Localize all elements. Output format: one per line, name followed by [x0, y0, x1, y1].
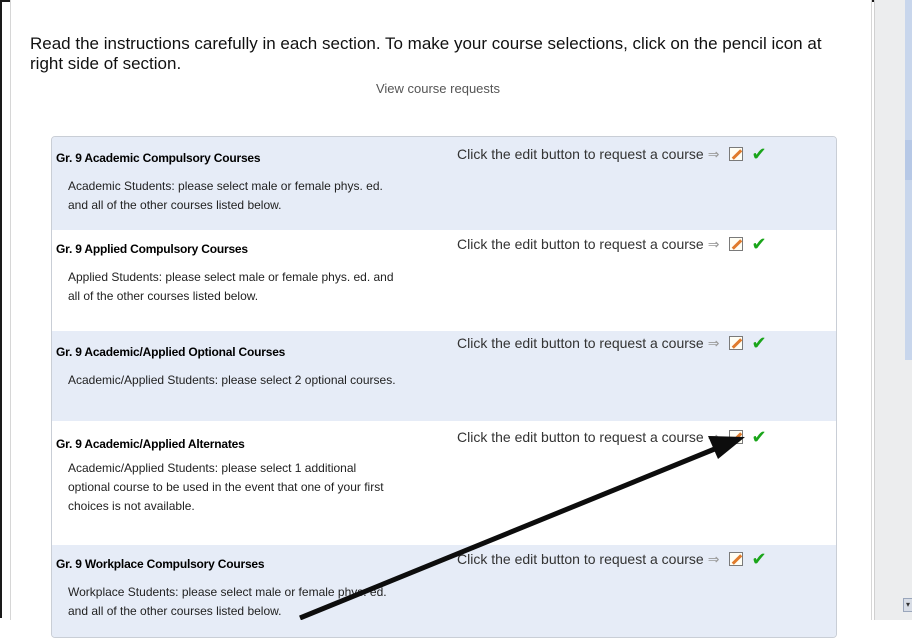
arrow-shaft [299, 443, 723, 620]
annotation-arrow [299, 436, 745, 620]
arrow-head-icon [708, 436, 745, 459]
